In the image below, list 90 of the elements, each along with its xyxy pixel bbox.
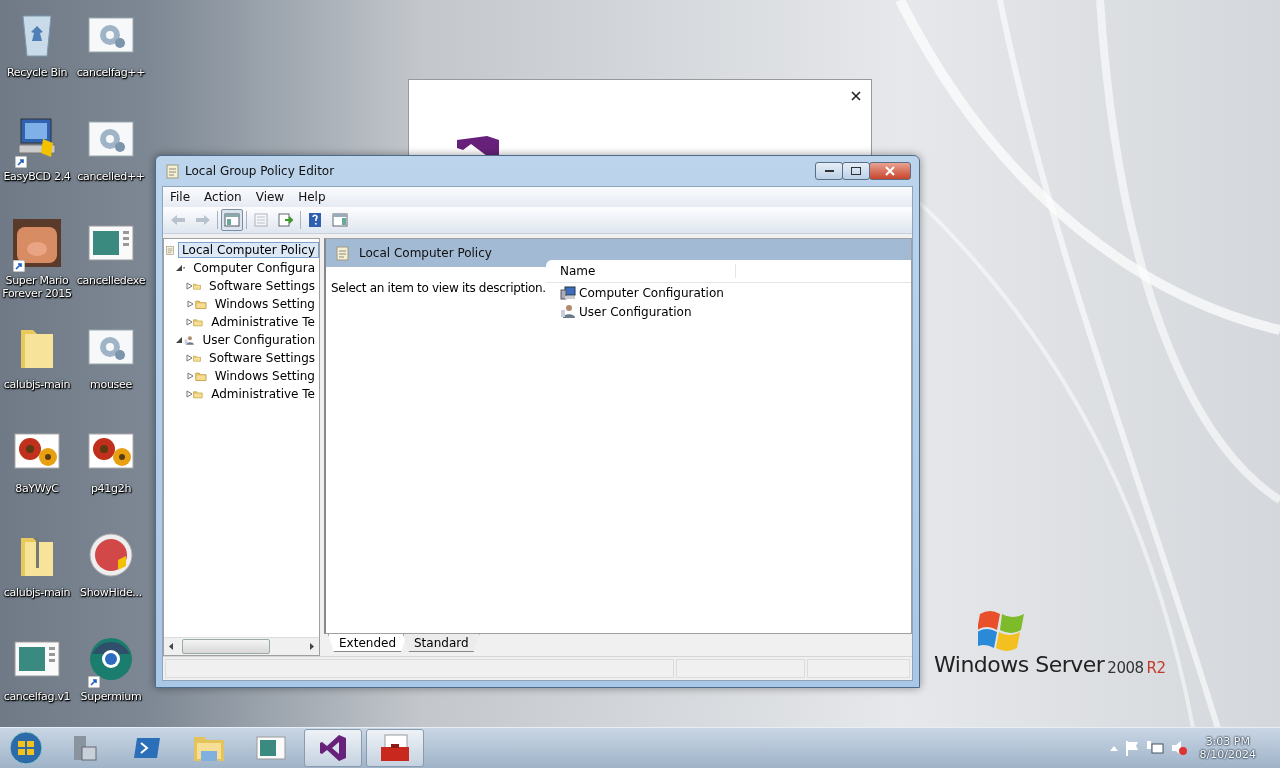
- desktop-icon-label[interactable]: EasyBCD 2.4: [1, 170, 73, 183]
- tree-item[interactable]: Software Settings: [205, 278, 319, 294]
- minimize-icon: [824, 169, 834, 173]
- expanded-caret-icon[interactable]: [176, 264, 183, 272]
- menu-item[interactable]: Action: [197, 190, 249, 204]
- tree-item[interactable]: Windows Setting: [210, 296, 319, 312]
- tree-item[interactable]: Administrative Te: [207, 386, 319, 402]
- list-item[interactable]: User Configuration: [579, 304, 692, 319]
- visual-studio-logo-icon: [457, 136, 501, 156]
- minimize-button[interactable]: [815, 162, 843, 180]
- desktop-icon-label[interactable]: mousee: [75, 378, 147, 391]
- menu-item[interactable]: Help: [291, 190, 333, 204]
- desktop-icon-label[interactable]: cancelled++: [75, 170, 147, 183]
- horizontal-scrollbar[interactable]: [164, 637, 319, 655]
- collapsed-caret-icon[interactable]: [186, 318, 194, 326]
- muted-speaker-icon[interactable]: [1169, 740, 1188, 756]
- visual-studio-icon: [318, 733, 348, 763]
- desktop-icon-label[interactable]: calubjs-main: [1, 586, 73, 599]
- pane-header: Local Computer Policy: [359, 246, 492, 260]
- properties-icon: [254, 213, 268, 227]
- desktop-icon-label[interactable]: cancelledexe: [75, 274, 147, 287]
- gear-icon: [88, 17, 134, 53]
- taskbar-button[interactable]: [304, 729, 362, 767]
- collapsed-caret-icon[interactable]: [186, 354, 193, 362]
- forward-arrow-icon: [195, 214, 211, 226]
- windows-flag-icon: [978, 608, 1026, 652]
- document-icon: [256, 736, 286, 760]
- tree-item[interactable]: Windows Setting: [210, 368, 319, 384]
- gear-icon: [88, 121, 134, 157]
- description-text: Select an item to view its description.: [330, 280, 546, 297]
- brand-edition: R2: [1146, 661, 1166, 676]
- taskbar-button[interactable]: [366, 729, 424, 767]
- menu-item[interactable]: View: [248, 190, 292, 204]
- collapsed-caret-icon[interactable]: [186, 300, 195, 308]
- close-button[interactable]: [869, 162, 911, 180]
- brand-name: Windows Server: [934, 654, 1105, 676]
- browser-icon: [88, 636, 134, 682]
- collapsed-caret-icon[interactable]: [186, 390, 194, 398]
- desktop-icon-label[interactable]: ShowHide...: [75, 586, 147, 599]
- flower-image-icon: [14, 433, 60, 469]
- tree-item[interactable]: User Configuration: [198, 332, 319, 348]
- collapsed-caret-icon[interactable]: [186, 372, 195, 380]
- network-icon[interactable]: [1145, 740, 1164, 756]
- maximize-button[interactable]: [842, 162, 870, 180]
- document-icon: [14, 641, 60, 677]
- column-header[interactable]: Name: [546, 264, 736, 278]
- computer-icon: [560, 285, 576, 300]
- scroll-left-icon[interactable]: [169, 643, 173, 650]
- help-icon: [308, 212, 322, 228]
- desktop-icon-label[interactable]: Super Mario Forever 2015: [1, 274, 73, 300]
- scroll-right-icon[interactable]: [310, 643, 314, 650]
- gear-icon: [88, 329, 134, 365]
- console-tree-icon: [224, 213, 240, 227]
- shortcut-arrow-icon: [88, 676, 100, 688]
- view-tab[interactable]: Extended: [328, 634, 407, 652]
- shortcut-arrow-icon: [15, 156, 27, 168]
- user-icon: [560, 304, 576, 319]
- back-arrow-icon: [170, 214, 186, 226]
- close-icon: [885, 166, 895, 176]
- expanded-caret-icon[interactable]: [176, 336, 184, 344]
- toolbox-icon: [379, 733, 411, 763]
- desktop-icon-label[interactable]: cancelfag++: [75, 66, 147, 79]
- menu-item[interactable]: File: [163, 190, 198, 204]
- window-title: Local Group Policy Editor: [185, 164, 336, 178]
- desktop-icon-label[interactable]: p41g2h: [75, 482, 147, 495]
- tree-item[interactable]: Administrative Te: [207, 314, 319, 330]
- toolbar-button[interactable]: [221, 209, 243, 231]
- document-icon: [88, 225, 134, 261]
- policy-document-icon: [336, 245, 349, 261]
- export-list-icon: [278, 213, 294, 227]
- shortcut-arrow-icon: [13, 260, 25, 272]
- desktop-icon-label[interactable]: Recycle Bin: [1, 66, 73, 79]
- tree-item[interactable]: Computer Configura: [189, 260, 319, 276]
- flower-image-icon: [88, 433, 134, 469]
- terminal-icon: [133, 736, 161, 760]
- game-icon: [13, 219, 61, 267]
- action-pane-icon: [332, 213, 348, 227]
- desktop-icon-label[interactable]: 8aYWyC: [1, 482, 73, 495]
- maximize-icon: [851, 167, 861, 175]
- collapsed-caret-icon[interactable]: [186, 282, 193, 290]
- desktop-icon-label[interactable]: cancelfag.v1: [1, 690, 73, 703]
- desktop-icon-label[interactable]: calubjs-main: [1, 378, 73, 391]
- brand-version: 2008: [1107, 661, 1144, 676]
- tree-item[interactable]: Local Computer Policy: [178, 242, 319, 258]
- desktop-icon-label[interactable]: Supermium: [75, 690, 147, 703]
- round-app-icon: [88, 532, 134, 578]
- list-item[interactable]: Computer Configuration: [579, 285, 724, 300]
- view-tab[interactable]: Standard: [403, 634, 480, 652]
- policy-document-icon: [166, 163, 179, 179]
- tree-item[interactable]: Software Settings: [205, 350, 319, 366]
